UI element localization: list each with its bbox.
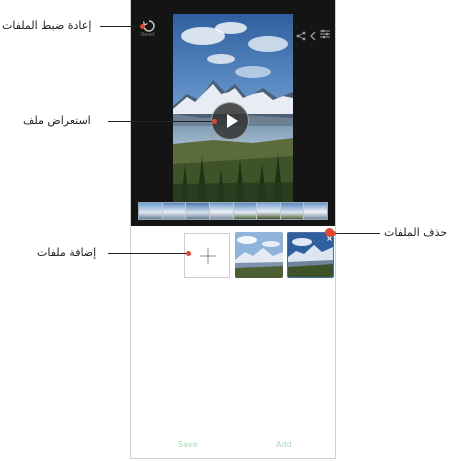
callout-line-preview bbox=[108, 121, 214, 122]
bottom-right-button[interactable]: Add bbox=[276, 440, 292, 449]
callout-line-reset bbox=[100, 26, 142, 27]
timeline-filmstrip[interactable] bbox=[138, 202, 328, 220]
callout-line-add bbox=[108, 253, 188, 254]
callout-dot-preview bbox=[212, 119, 217, 124]
callout-dot-reset bbox=[140, 24, 145, 29]
share-icon[interactable] bbox=[296, 26, 306, 41]
callout-dot-delete bbox=[331, 231, 336, 236]
callout-preview-file: استعراض ملف bbox=[23, 114, 91, 127]
settings-sliders-icon[interactable] bbox=[319, 25, 331, 39]
chevron-left-icon[interactable] bbox=[309, 26, 317, 41]
play-icon bbox=[225, 113, 239, 129]
add-files-button[interactable] bbox=[184, 233, 230, 278]
plus-icon bbox=[200, 248, 216, 264]
callout-dot-add bbox=[186, 251, 191, 256]
file-thumbnail-1[interactable] bbox=[235, 232, 283, 278]
callout-line-delete bbox=[334, 233, 380, 234]
callout-reset-files: إعادة ضبط الملفات bbox=[2, 19, 92, 32]
callout-add-files: إضافة ملفات bbox=[37, 246, 97, 259]
callout-delete-files: حذف الملفات bbox=[384, 226, 448, 239]
bottom-left-button[interactable]: Save bbox=[178, 440, 198, 449]
reset-label: Reset bbox=[141, 32, 155, 38]
